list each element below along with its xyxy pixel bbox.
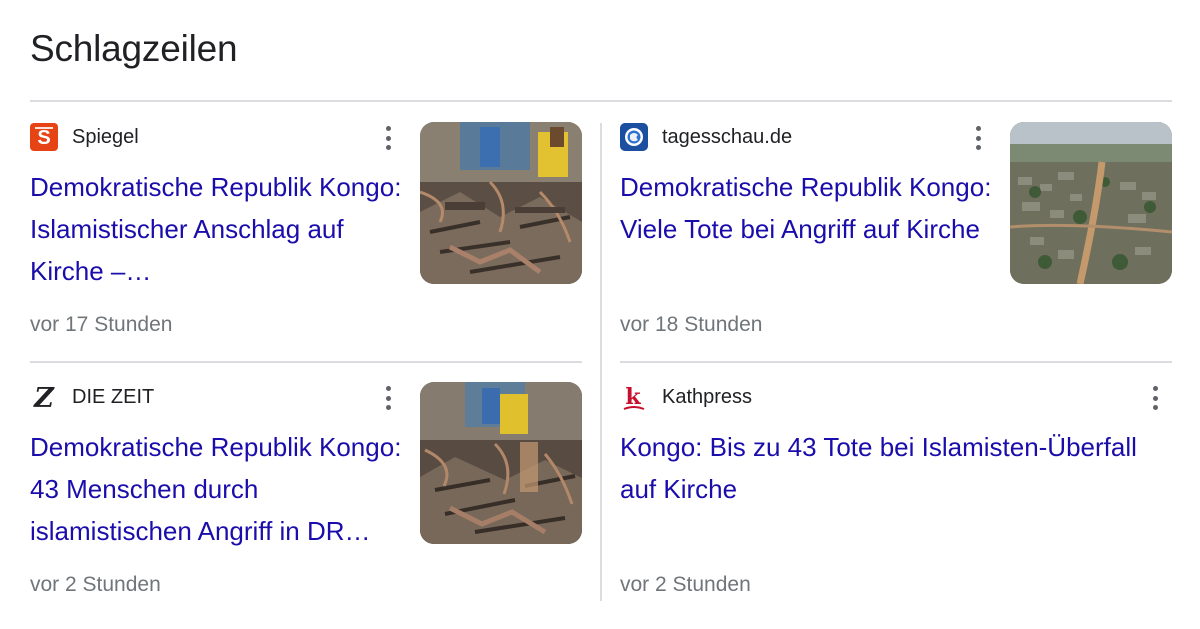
news-source: S Spiegel: [30, 122, 139, 152]
headline-link[interactable]: Demokratische Republik Kongo: Viele Tote…: [620, 166, 992, 250]
news-card-spiegel[interactable]: S Spiegel Demokratische Republik Kongo: …: [30, 122, 582, 352]
more-options-icon[interactable]: [385, 126, 391, 150]
news-card-zeit[interactable]: Z DIE ZEIT Demokratische Republik Kongo:…: [30, 382, 582, 612]
source-name: Kathpress: [662, 385, 753, 408]
more-options-icon[interactable]: [385, 386, 391, 410]
zeit-logo-icon: Z: [30, 383, 58, 411]
timestamp: vor 17 Stunden: [30, 313, 173, 336]
section-divider: [30, 100, 1172, 102]
news-source: k Kathpress: [620, 382, 752, 412]
more-options-icon[interactable]: [975, 126, 981, 150]
more-options-icon[interactable]: [1152, 386, 1158, 410]
timestamp: vor 2 Stunden: [620, 573, 751, 596]
column-divider: [600, 123, 602, 601]
headline-link[interactable]: Demokratische Republik Kongo: 43 Mensche…: [30, 426, 402, 552]
spiegel-logo-icon: S: [30, 123, 58, 151]
headline-link[interactable]: Kongo: Bis zu 43 Tote bei Islamisten-Übe…: [620, 426, 1172, 510]
source-name: DIE ZEIT: [72, 385, 155, 408]
burned-church-thumbnail[interactable]: [420, 122, 582, 284]
headline-link[interactable]: Demokratische Republik Kongo: Islamistis…: [30, 166, 402, 292]
burned-church-thumbnail[interactable]: [420, 382, 582, 544]
section-title: Schlagzeilen: [30, 28, 238, 69]
kathpress-logo-icon: k: [620, 383, 648, 411]
timestamp: vor 18 Stunden: [620, 313, 763, 336]
tagesschau-logo-icon: [620, 123, 648, 151]
news-source: tagesschau.de: [620, 122, 792, 152]
news-card-tagesschau[interactable]: tagesschau.de Demokratische Republik Kon…: [620, 122, 1172, 352]
aerial-town-thumbnail[interactable]: [1010, 122, 1172, 284]
news-source: Z DIE ZEIT: [30, 382, 154, 412]
svg-text:S: S: [37, 127, 50, 149]
row-divider-left: [30, 361, 582, 363]
timestamp: vor 2 Stunden: [30, 573, 161, 596]
news-card-kathpress[interactable]: k Kathpress Kongo: Bis zu 43 Tote bei Is…: [620, 382, 1172, 612]
source-name: Spiegel: [72, 125, 139, 148]
source-name: tagesschau.de: [662, 125, 793, 148]
svg-text:Z: Z: [33, 383, 55, 411]
row-divider-right: [620, 361, 1172, 363]
